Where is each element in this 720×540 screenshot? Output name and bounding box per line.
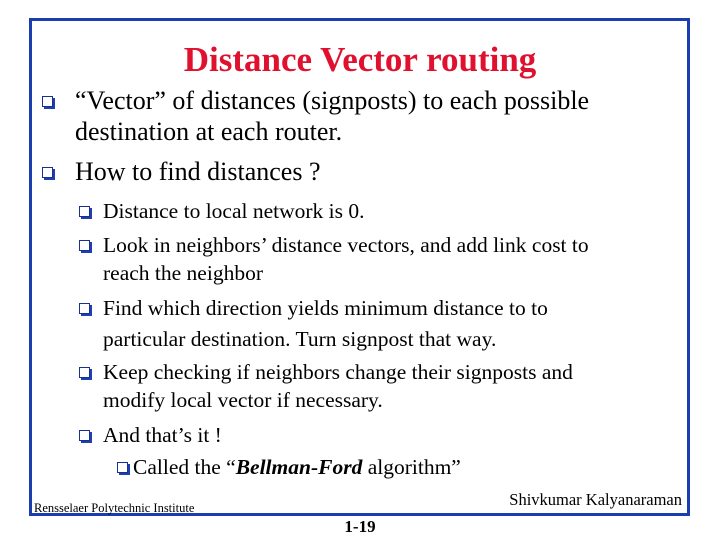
bullet-text-suffix: algorithm” bbox=[362, 455, 461, 479]
emphasis-term: Bellman-Ford bbox=[235, 455, 363, 479]
page-number: 1-19 bbox=[344, 517, 376, 536]
bullet-icon bbox=[42, 96, 53, 107]
bullet-icon bbox=[79, 430, 90, 441]
bullet-text-continued: destination at each router. bbox=[75, 117, 343, 146]
bullet-icon bbox=[79, 206, 90, 217]
bullet-text-continued: modify local vector if necessary. bbox=[103, 388, 383, 412]
bullet-icon bbox=[79, 303, 90, 314]
slide-title: Distance Vector routing bbox=[183, 40, 537, 79]
bullet-text-continued: reach the neighbor bbox=[103, 261, 263, 285]
bullet-text: Look in neighbors’ distance vectors, and… bbox=[103, 233, 589, 257]
bullet-text: Distance to local network is 0. bbox=[103, 199, 365, 223]
bullet-icon bbox=[117, 462, 128, 473]
bullet-icon bbox=[79, 367, 90, 378]
bullet-text: “Vector” of distances (signposts) to eac… bbox=[75, 86, 590, 115]
bullet-text: And that’s it ! bbox=[103, 423, 222, 447]
bullet-icon bbox=[79, 240, 90, 251]
bullet-text-prefix: Called the “ bbox=[133, 455, 236, 479]
bullet-text-continued: particular destination. Turn signpost th… bbox=[103, 327, 497, 351]
bullet-text: Called the “Bellman-Ford algorithm” bbox=[133, 452, 461, 482]
bullet-text: Keep checking if neighbors change their … bbox=[103, 360, 573, 384]
bullet-text: How to find distances ? bbox=[75, 157, 321, 186]
bullet-icon bbox=[42, 167, 53, 178]
bullet-text: Find which direction yields minimum dist… bbox=[103, 296, 548, 320]
footer-author: Shivkumar Kalyanaraman bbox=[509, 490, 682, 509]
footer-institution: Rensselaer Polytechnic Institute bbox=[34, 501, 195, 515]
